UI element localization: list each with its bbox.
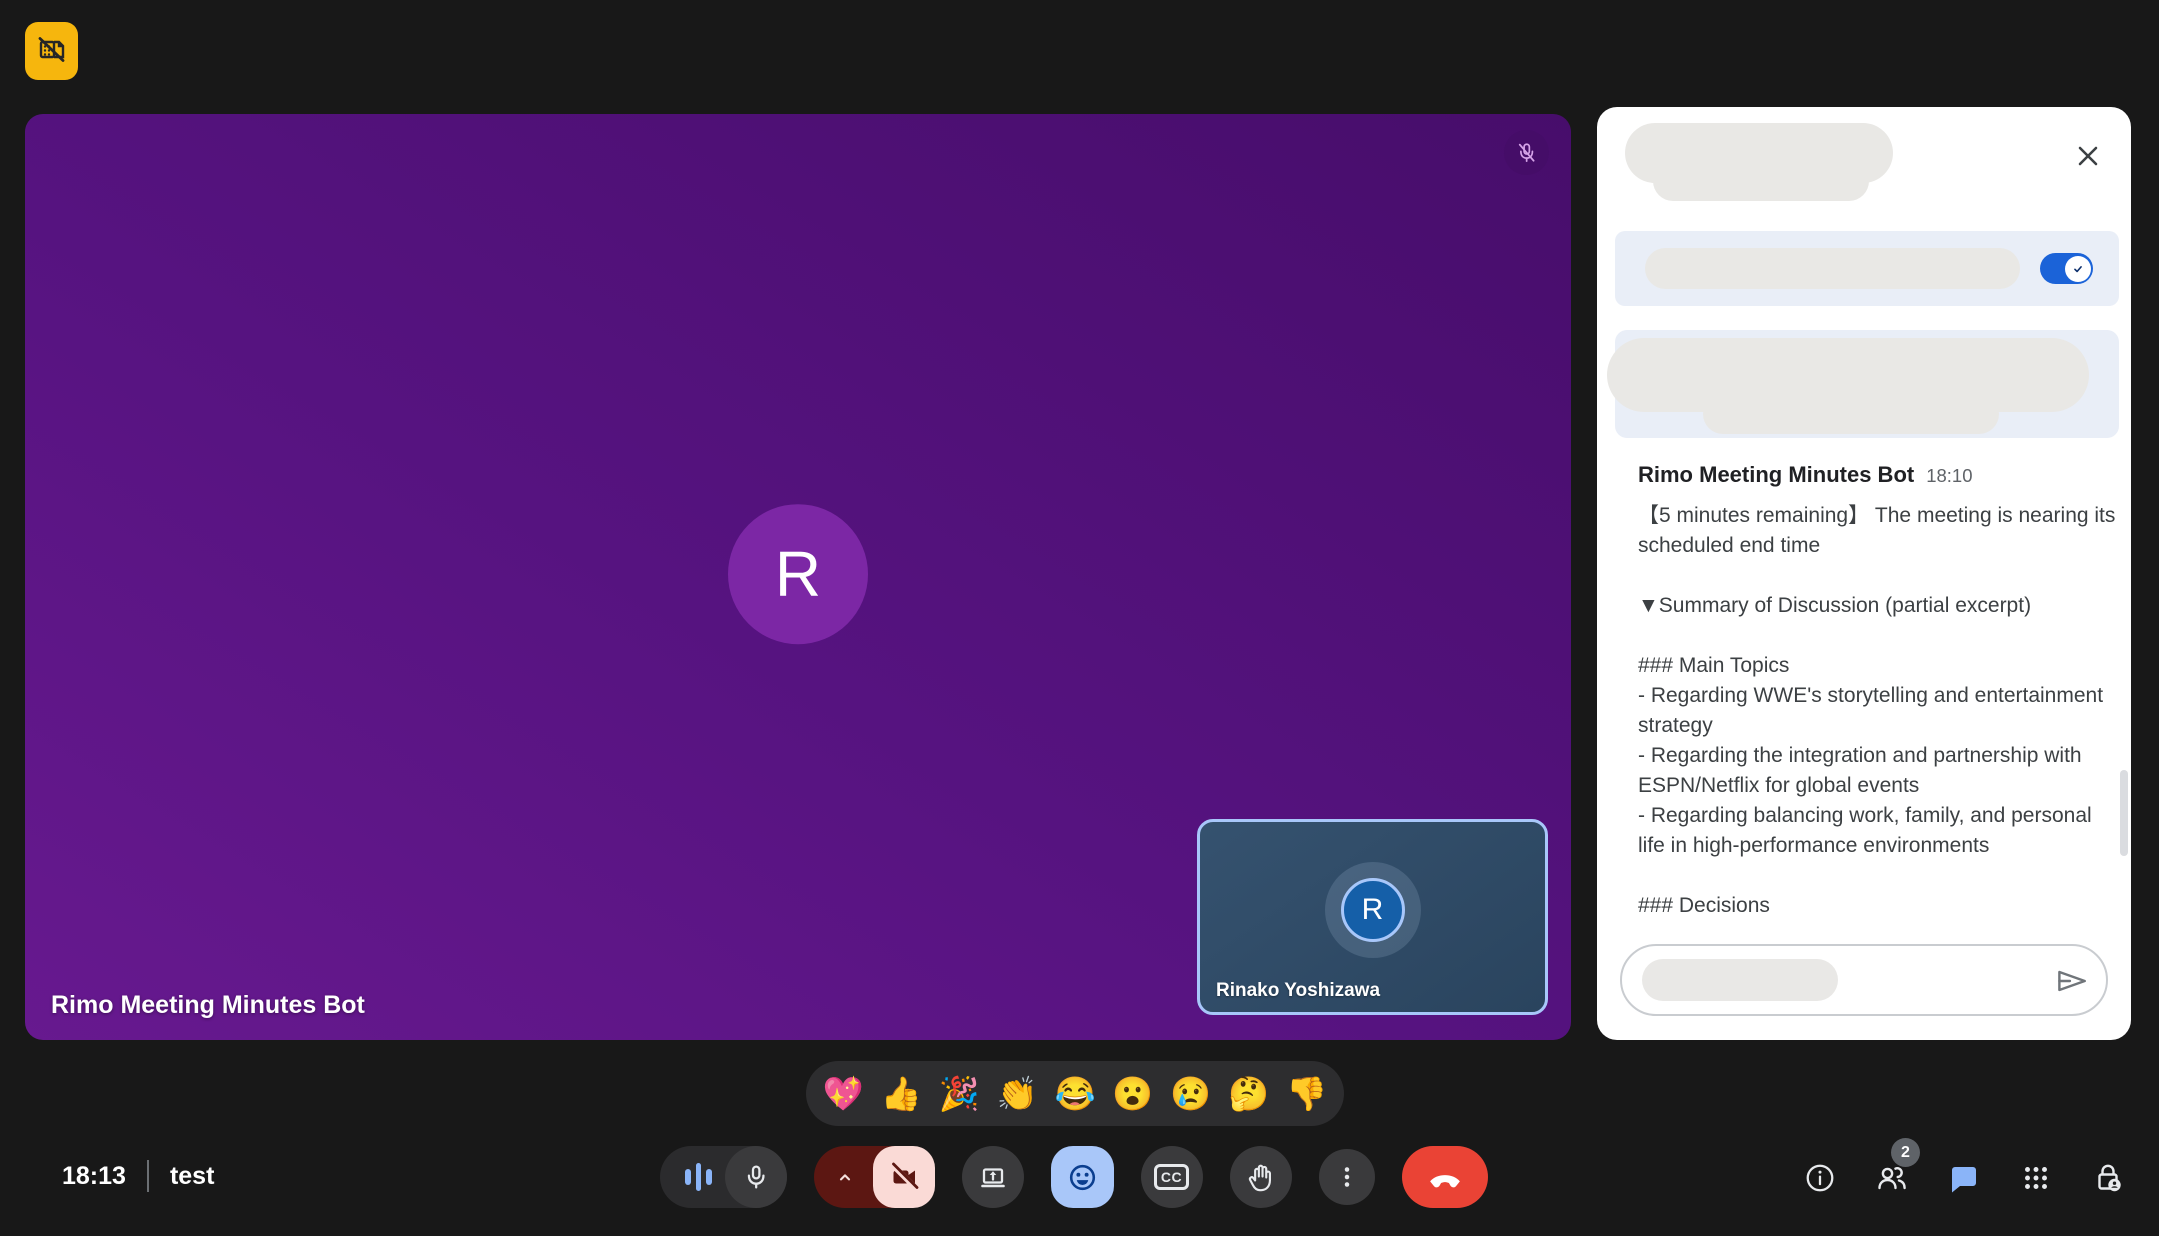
reaction-surprised[interactable]: 😮: [1112, 1077, 1153, 1110]
reaction-clap[interactable]: 👏: [997, 1077, 1038, 1110]
reactions-bar: 💖 👍 🎉 👏 😂 😮 😢 🤔 👎: [806, 1061, 1344, 1126]
reaction-party[interactable]: 🎉: [939, 1077, 980, 1110]
camera-options-chevron[interactable]: [822, 1146, 868, 1208]
reaction-laugh[interactable]: 😂: [1054, 1077, 1095, 1110]
reaction-thumbs-down[interactable]: 👎: [1286, 1077, 1327, 1110]
mic-toggle[interactable]: [724, 1146, 787, 1208]
grid-icon: [2025, 1167, 2047, 1189]
main-avatar-letter: R: [774, 538, 822, 611]
toggle-knob: [2064, 255, 2091, 282]
participants-count-badge: 2: [1891, 1138, 1920, 1167]
chevron-up-icon: [839, 1174, 850, 1181]
reaction-heart[interactable]: 💖: [823, 1077, 864, 1110]
chat-icon: [1952, 1167, 1976, 1193]
raise-hand-button[interactable]: [1229, 1146, 1292, 1208]
camera-off-icon: [890, 1162, 918, 1191]
chat-message: Rimo Meeting Minutes Bot 18:10 【5 minute…: [1638, 462, 2116, 921]
present-button[interactable]: [961, 1146, 1024, 1208]
camera-toggle[interactable]: [872, 1146, 935, 1208]
send-icon: [2058, 970, 2086, 991]
activities-button[interactable]: [2018, 1160, 2054, 1196]
present-screen-icon: [980, 1168, 1005, 1188]
meeting-name: test: [169, 1161, 215, 1190]
redacted-input-placeholder: [1642, 959, 1838, 1001]
redacted-notice-text: [1703, 394, 1999, 434]
mic-icon: [747, 1165, 765, 1189]
pip-tile-name-label: Rinako Yoshizawa: [1216, 980, 1381, 1001]
mic-off-badge: [1504, 130, 1549, 175]
panel-buttons: 2: [1802, 1138, 2126, 1196]
captions-icon: CC: [1153, 1164, 1190, 1190]
toggle-switch[interactable]: [2040, 253, 2093, 284]
call-controls: CC: [659, 1146, 1488, 1208]
chat-input-field[interactable]: [1620, 944, 2108, 1016]
more-options-button[interactable]: [1318, 1149, 1375, 1205]
participants-button[interactable]: 2: [1874, 1138, 1920, 1196]
clock: 18:13: [62, 1161, 126, 1190]
raise-hand-icon: [1248, 1164, 1271, 1191]
app-logo-badge: [25, 22, 78, 80]
pip-avatar-letter: R: [1361, 893, 1384, 926]
watermark-off-icon: [34, 31, 70, 72]
meeting-info: 18:13 test: [62, 1160, 214, 1192]
chat-button[interactable]: [1946, 1160, 1982, 1196]
pip-avatar-halo: R: [1324, 862, 1421, 958]
main-tile-name-label: Rimo Meeting Minutes Bot: [51, 991, 365, 1019]
mic-button[interactable]: [659, 1146, 787, 1208]
reaction-thumbs-up[interactable]: 👍: [881, 1077, 922, 1110]
message-body: 【5 minutes remaining】 The meeting is nea…: [1638, 504, 2116, 917]
scrollbar-thumb[interactable]: [2120, 770, 2128, 856]
info-icon: [1806, 1164, 1834, 1192]
close-icon: [2078, 146, 2098, 166]
pip-avatar: R: [1340, 878, 1405, 942]
more-options-icon: [1344, 1167, 1349, 1187]
mic-off-icon: [1518, 143, 1535, 162]
redacted-toggle-label: [1645, 248, 2020, 289]
voice-activity-icon: [674, 1146, 724, 1208]
check-icon: [2073, 265, 2082, 272]
reaction-thinking[interactable]: 🤔: [1228, 1077, 1269, 1110]
send-button[interactable]: [2050, 961, 2092, 1003]
reactions-button[interactable]: [1050, 1146, 1114, 1208]
smiley-icon: [1069, 1164, 1095, 1190]
lock-person-icon: [2098, 1164, 2121, 1192]
redacted-panel-title: [1625, 123, 1893, 201]
reaction-cry[interactable]: 😢: [1170, 1077, 1211, 1110]
message-sender: Rimo Meeting Minutes Bot: [1638, 462, 1915, 487]
divider: [146, 1160, 149, 1192]
camera-button[interactable]: [813, 1146, 935, 1208]
leave-call-button[interactable]: [1401, 1146, 1488, 1208]
host-controls-button[interactable]: [2090, 1160, 2126, 1196]
close-panel-button[interactable]: [2071, 139, 2105, 173]
meeting-details-button[interactable]: [1802, 1160, 1838, 1196]
pip-video-tile[interactable]: R Rinako Yoshizawa: [1197, 819, 1548, 1015]
captions-button[interactable]: CC: [1140, 1146, 1203, 1208]
meet-screen: R Rimo Meeting Minutes Bot R Rinako Yosh…: [0, 0, 2159, 1236]
notice-box: [1607, 330, 2119, 438]
message-toggle-row: [1615, 231, 2119, 306]
hangup-icon: [1429, 1175, 1460, 1188]
main-avatar: R: [728, 504, 868, 645]
chat-panel: Rimo Meeting Minutes Bot 18:10 【5 minute…: [1597, 107, 2131, 1040]
message-time: 18:10: [1926, 465, 1973, 486]
